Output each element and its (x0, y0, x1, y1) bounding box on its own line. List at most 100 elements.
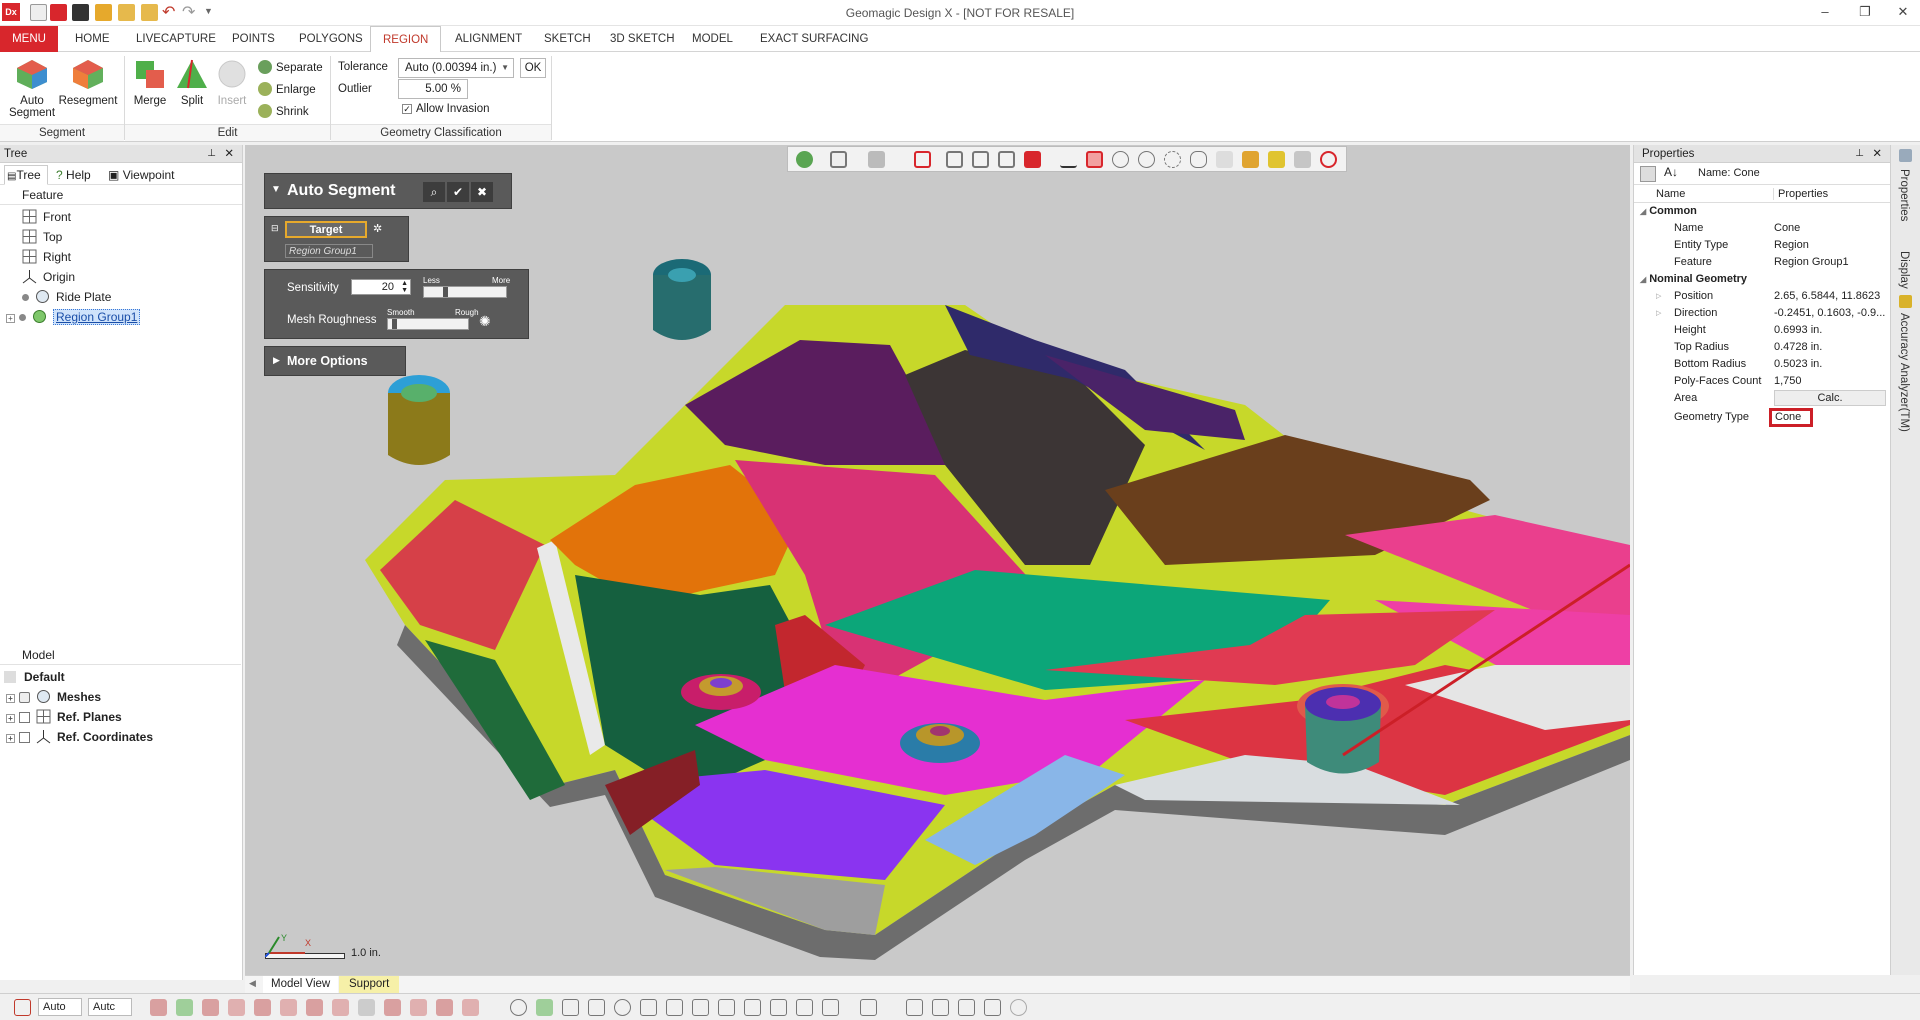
category-nominal-geometry[interactable]: ◢ Nominal Geometry (1634, 271, 1890, 288)
tree-item-top[interactable]: Top (0, 227, 242, 247)
filter-icon[interactable] (588, 999, 605, 1016)
category-common[interactable]: ◢ Common (1634, 203, 1890, 220)
filter-icon[interactable] (436, 999, 453, 1016)
filter-icon[interactable] (860, 999, 877, 1016)
tree-item-region-group[interactable]: + Region Group1 (0, 307, 242, 327)
lasso-icon[interactable] (1164, 151, 1181, 168)
tab-model[interactable]: MODEL (680, 26, 745, 52)
categorized-icon[interactable] (1640, 166, 1656, 182)
expand-icon[interactable]: + (6, 714, 15, 723)
filter-icon[interactable] (984, 999, 1001, 1016)
tab-region[interactable]: REGION (370, 26, 442, 53)
separate-button[interactable]: Separate (258, 59, 323, 77)
tree-item-front[interactable]: Front (0, 207, 242, 227)
circle-select-2-icon[interactable] (1138, 151, 1155, 168)
property-row[interactable]: ▷ Direction -0.2451, 0.1603, -0.9... (1634, 305, 1890, 322)
filter-icon[interactable] (1010, 999, 1027, 1016)
property-row[interactable]: Height 0.6993 in. (1634, 322, 1890, 339)
property-row[interactable]: Geometry Type Cone (1634, 408, 1890, 427)
shrink-button[interactable]: Shrink (258, 103, 309, 121)
filter-icon[interactable] (614, 999, 631, 1016)
tolerance-select[interactable]: Auto (0.00394 in.) ▼ (398, 58, 514, 78)
selection-filter-icon[interactable] (14, 999, 31, 1016)
property-row[interactable]: Bottom Radius 0.5023 in. (1634, 356, 1890, 373)
filter-icon[interactable] (906, 999, 923, 1016)
visibility-dot-icon[interactable] (22, 294, 29, 301)
roughness-estimate-icon[interactable]: ✺ (479, 313, 491, 330)
allow-invasion-checkbox[interactable]: ✓ Allow Invasion (402, 103, 490, 115)
scroll-left-icon[interactable]: ◀ (249, 978, 256, 989)
tab-help[interactable]: ? Help (56, 166, 91, 184)
filter-icon[interactable] (384, 999, 401, 1016)
minimize-button[interactable]: – (1810, 4, 1840, 22)
tab-polygons[interactable]: POLYGONS (287, 26, 375, 52)
target-options-icon[interactable]: ✲ (373, 222, 382, 235)
side-view-icon[interactable] (998, 151, 1015, 168)
resegment-button[interactable]: Resegment (58, 58, 118, 107)
tree-item-right[interactable]: Right (0, 247, 242, 267)
filter-icon[interactable] (176, 999, 193, 1016)
expand-icon[interactable]: + (6, 734, 15, 743)
visibility-toggle-icon[interactable] (19, 712, 30, 723)
property-row[interactable]: Feature Region Group1 (1634, 254, 1890, 271)
property-row[interactable]: Entity Type Region (1634, 237, 1890, 254)
filter-icon[interactable] (332, 999, 349, 1016)
model-item-meshes[interactable]: + Meshes (0, 687, 101, 707)
property-row[interactable]: Top Radius 0.4728 in. (1634, 339, 1890, 356)
filter-icon[interactable] (306, 999, 323, 1016)
filter-icon[interactable] (254, 999, 271, 1016)
property-row[interactable]: ▷ Position 2.65, 6.5844, 11.8623 (1634, 288, 1890, 305)
more-options-section[interactable]: ▶ More Options (264, 346, 406, 376)
flood-fill-icon[interactable] (1268, 151, 1285, 168)
side-tab-properties[interactable]: Properties (1898, 169, 1910, 221)
front-view-icon[interactable] (914, 151, 931, 168)
target-value[interactable]: Region Group1 (285, 244, 373, 258)
filter-icon[interactable] (932, 999, 949, 1016)
filter-icon[interactable] (744, 999, 761, 1016)
filter-icon[interactable] (770, 999, 787, 1016)
view-cube-icon[interactable] (830, 151, 847, 168)
filter-icon[interactable] (958, 999, 975, 1016)
sort-az-icon[interactable]: A↓ (1664, 165, 1678, 179)
expand-icon[interactable]: + (6, 694, 15, 703)
auto-segment-button[interactable]: Auto Segment (6, 58, 58, 119)
model-item-ref-coordinates[interactable]: + Ref. Coordinates (0, 727, 153, 747)
close-icon[interactable]: ✕ (1872, 145, 1882, 163)
tab-home[interactable]: HOME (63, 26, 122, 52)
filter-icon[interactable] (562, 999, 579, 1016)
tab-sketch[interactable]: SKETCH (532, 26, 603, 52)
top-view-icon[interactable] (946, 151, 963, 168)
visibility-dot-icon[interactable] (19, 314, 26, 321)
iso-view-icon[interactable] (1024, 151, 1041, 168)
collapse-icon[interactable]: ▼ (271, 184, 281, 195)
enlarge-button[interactable]: Enlarge (258, 81, 316, 99)
line-select-icon[interactable] (1060, 151, 1077, 168)
tab-3d-sketch[interactable]: 3D SKETCH (598, 26, 687, 52)
visibility-toggle-icon[interactable] (19, 732, 30, 743)
roughness-slider[interactable] (387, 318, 469, 330)
collapse-icon[interactable]: ⊟ (271, 223, 279, 234)
visibility-toggle-icon[interactable] (19, 692, 30, 703)
model-item-default[interactable]: Default (0, 667, 65, 687)
tree-item-origin[interactable]: Origin (0, 267, 242, 287)
filter-icon[interactable] (796, 999, 813, 1016)
auto-select-2[interactable]: Autc (88, 998, 132, 1016)
model-item-ref-planes[interactable]: + Ref. Planes (0, 707, 122, 727)
insert-button[interactable]: Insert (212, 58, 252, 107)
ok-button[interactable]: OK (520, 58, 546, 78)
property-row[interactable]: Area Calc. (1634, 390, 1890, 407)
sensitivity-slider[interactable] (423, 286, 507, 298)
filter-icon[interactable] (510, 999, 527, 1016)
property-row[interactable]: Name Cone (1634, 220, 1890, 237)
filter-icon[interactable] (640, 999, 657, 1016)
visibility-eye-icon[interactable] (1320, 151, 1337, 168)
close-button[interactable]: ✕ (1888, 4, 1918, 22)
paint-brush-icon[interactable] (1216, 151, 1233, 168)
filter-icon[interactable] (718, 999, 735, 1016)
split-button[interactable]: Split (172, 58, 212, 107)
expand-icon[interactable]: ▷ (1656, 288, 1661, 305)
filter-icon[interactable] (666, 999, 683, 1016)
render-mode-icon[interactable] (868, 151, 885, 168)
fill-icon[interactable] (1242, 151, 1259, 168)
tab-model-view[interactable]: Model View (263, 976, 339, 993)
